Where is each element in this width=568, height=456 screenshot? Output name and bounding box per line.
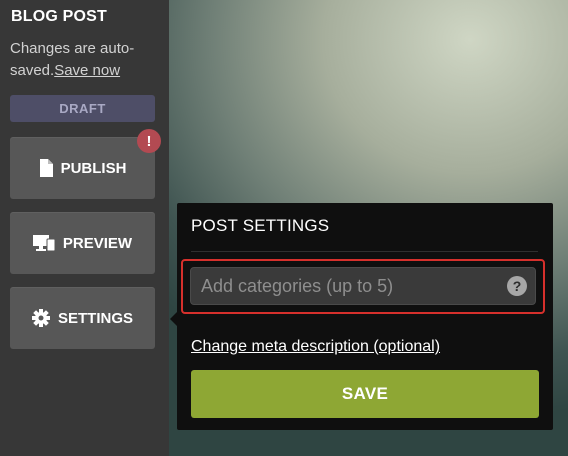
monitor-icon	[32, 234, 55, 252]
publish-button[interactable]: PUBLISH	[10, 137, 155, 199]
document-icon	[39, 159, 53, 177]
save-now-link[interactable]: Save now	[54, 62, 120, 79]
settings-label: SETTINGS	[57, 309, 133, 327]
publish-label: PUBLISH	[60, 159, 127, 177]
autosave-status: Changes are auto-saved.Save now	[10, 38, 162, 82]
post-settings-popover: POST SETTINGS ? Change meta description …	[177, 203, 553, 430]
sidebar-title: BLOG POST	[11, 8, 108, 25]
categories-input[interactable]	[190, 267, 536, 305]
divider	[191, 251, 538, 252]
popover-title: POST SETTINGS	[191, 216, 330, 235]
preview-button[interactable]: PREVIEW	[10, 212, 155, 274]
publish-alert-badge: !	[137, 129, 161, 153]
sidebar: BLOG POST Changes are auto-saved.Save no…	[0, 0, 169, 456]
settings-button[interactable]: SETTINGS	[10, 287, 155, 349]
status-badge: DRAFT	[10, 95, 155, 122]
meta-description-link[interactable]: Change meta description (optional)	[191, 338, 440, 356]
save-button[interactable]: SAVE	[191, 370, 539, 418]
gear-icon	[31, 309, 50, 327]
preview-label: PREVIEW	[62, 234, 133, 252]
help-icon[interactable]: ?	[507, 276, 527, 296]
